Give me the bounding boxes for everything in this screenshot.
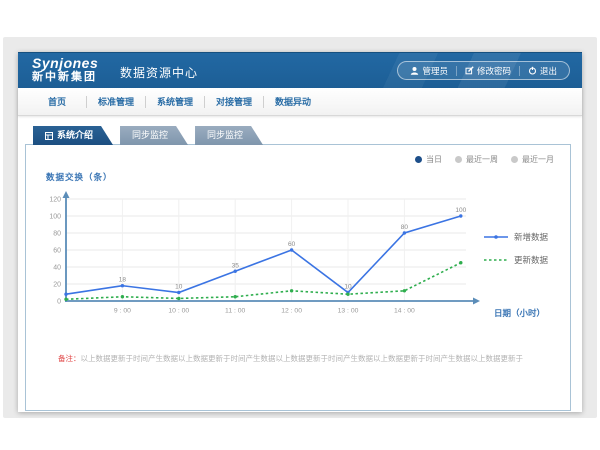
- page-title: 数据资源中心: [120, 64, 198, 81]
- svg-text:80: 80: [53, 231, 61, 238]
- svg-text:120: 120: [49, 197, 61, 204]
- period-option-1[interactable]: 最近一周: [455, 154, 498, 165]
- user-menu-label: 退出: [540, 65, 557, 77]
- app-header: Synjones 新中新集团 数据资源中心 管理员 修改密码 退出: [18, 52, 582, 88]
- radio-dot-icon: [511, 156, 518, 163]
- tab-bar: 系统介绍 同步监控 同步监控: [33, 126, 263, 145]
- tab-0[interactable]: 系统介绍: [33, 126, 113, 145]
- radio-dot-icon: [455, 156, 462, 163]
- svg-text:13 : 00: 13 : 00: [338, 308, 359, 315]
- period-filter: 当日 最近一周 最近一月: [415, 154, 554, 165]
- svg-text:80: 80: [401, 224, 409, 231]
- nav-item-2[interactable]: 系统管理: [146, 95, 204, 108]
- user-menu: 管理员 修改密码 退出: [397, 61, 570, 80]
- svg-text:9 : 00: 9 : 00: [114, 308, 131, 315]
- svg-text:18: 18: [119, 277, 127, 284]
- main-navigation: 首页标准管理系统管理对接管理数据异动: [18, 88, 582, 116]
- period-option-label: 最近一月: [522, 154, 554, 165]
- svg-text:14 : 00: 14 : 00: [394, 308, 415, 315]
- legend-item-0[interactable]: 新增数据: [484, 231, 548, 243]
- user-menu-label: 修改密码: [477, 65, 511, 77]
- logo-text-en: Synjones: [32, 56, 98, 71]
- tab-label: 同步监控: [207, 126, 243, 145]
- note-label: 备注：: [58, 354, 81, 363]
- tab-1[interactable]: 同步监控: [120, 126, 188, 145]
- tab-label: 系统介绍: [57, 126, 93, 145]
- tab-label: 同步监控: [132, 126, 168, 145]
- legend-label: 新增数据: [514, 231, 548, 243]
- radio-dot-icon: [415, 156, 422, 163]
- user-menu-item-change-password[interactable]: 修改密码: [457, 65, 519, 77]
- svg-text:10: 10: [344, 284, 352, 291]
- nav-item-1[interactable]: 标准管理: [87, 95, 145, 108]
- svg-text:10: 10: [175, 284, 183, 291]
- tab-2[interactable]: 同步监控: [195, 126, 263, 145]
- note-text: 以上数据更新于时间产生数据以上数据更新于时间产生数据以上数据更新于时间产生数据以…: [81, 354, 524, 363]
- svg-text:100: 100: [49, 214, 61, 221]
- svg-text:60: 60: [288, 241, 296, 248]
- series-legend: 新增数据更新数据: [484, 231, 548, 266]
- nav-item-4[interactable]: 数据异动: [264, 95, 322, 108]
- period-option-label: 当日: [426, 154, 442, 165]
- user-menu-item-logout[interactable]: 退出: [520, 65, 565, 77]
- user-icon: [410, 66, 419, 75]
- svg-text:11 : 00: 11 : 00: [225, 308, 246, 315]
- legend-line-sample-icon: [484, 234, 508, 240]
- user-menu-item-account[interactable]: 管理员: [402, 65, 456, 77]
- x-axis-label: 日期（小时）: [494, 308, 545, 318]
- user-menu-label: 管理员: [422, 65, 448, 77]
- footer-note: 备注：以上数据更新于时间产生数据以上数据更新于时间产生数据以上数据更新于时间产生…: [58, 354, 556, 365]
- svg-text:0: 0: [57, 299, 61, 306]
- svg-text:100: 100: [455, 207, 466, 214]
- nav-item-0[interactable]: 首页: [28, 95, 86, 108]
- svg-text:10 : 00: 10 : 00: [168, 308, 189, 315]
- nav-item-3[interactable]: 对接管理: [205, 95, 263, 108]
- browser-page: Synjones 新中新集团 数据资源中心 管理员修改密码退出 首页标准管理系统…: [18, 52, 582, 412]
- period-option-2[interactable]: 最近一月: [511, 154, 554, 165]
- period-option-label: 最近一周: [466, 154, 498, 165]
- svg-text:12 : 00: 12 : 00: [281, 308, 302, 315]
- content-panel: 当日 最近一周 最近一月 数据交换（条） 0 20 40 60 80 100 120 9 : 00…: [25, 144, 571, 411]
- edit-icon: [465, 66, 474, 75]
- grid-icon: [45, 132, 53, 140]
- svg-text:35: 35: [232, 262, 240, 269]
- svg-text:40: 40: [53, 265, 61, 272]
- power-icon: [528, 66, 537, 75]
- svg-text:20: 20: [53, 282, 61, 289]
- legend-item-1[interactable]: 更新数据: [484, 254, 548, 266]
- company-logo[interactable]: Synjones 新中新集团: [32, 56, 98, 83]
- logo-text-cn: 新中新集团: [32, 71, 98, 83]
- period-option-0[interactable]: 当日: [415, 154, 442, 165]
- legend-line-sample-icon: [484, 257, 508, 263]
- legend-label: 更新数据: [514, 254, 548, 266]
- svg-text:60: 60: [53, 248, 61, 255]
- y-axis-title: 数据交换（条）: [46, 171, 113, 183]
